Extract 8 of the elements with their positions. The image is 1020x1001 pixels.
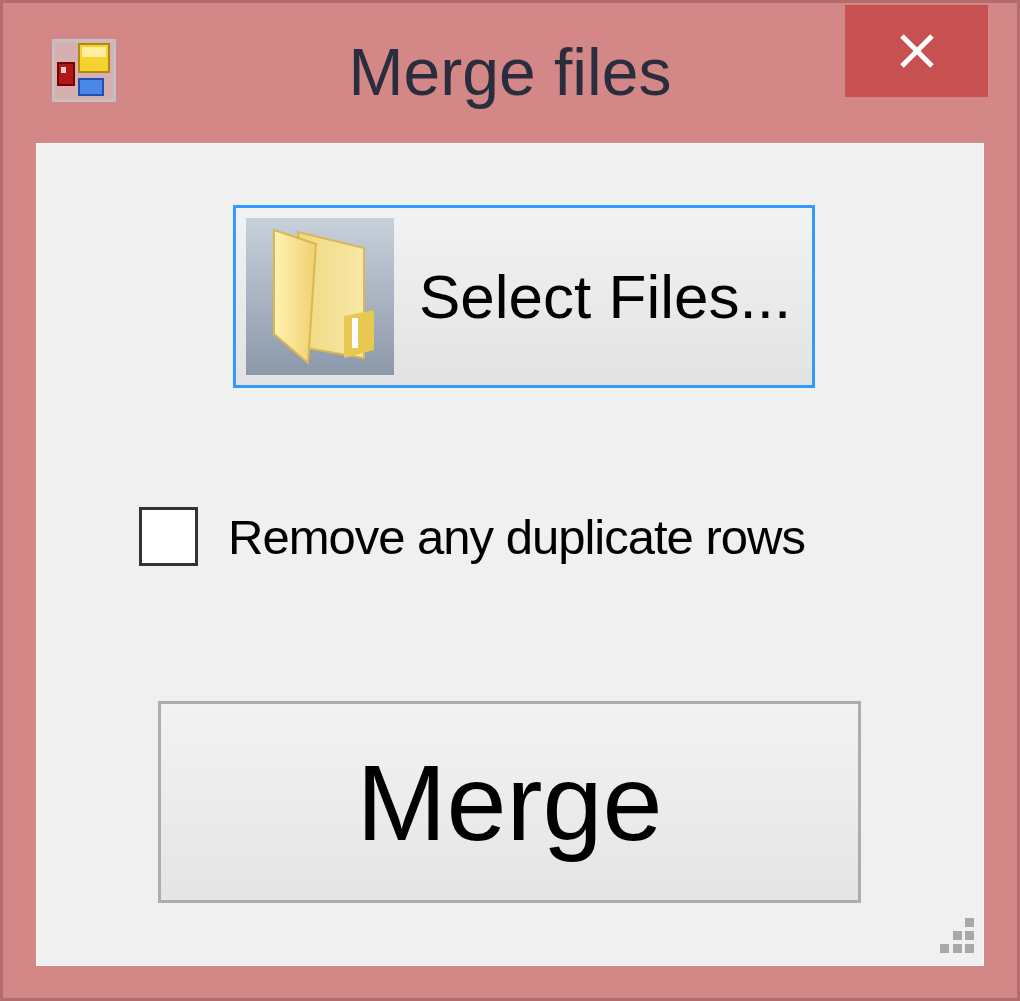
merge-button[interactable]: Merge — [158, 701, 861, 903]
app-icon — [52, 38, 116, 102]
checkbox[interactable] — [139, 507, 198, 566]
checkbox-label: Remove any duplicate rows — [228, 508, 805, 565]
select-files-button[interactable]: Select Files... — [233, 205, 815, 388]
close-button[interactable] — [845, 5, 988, 97]
folder-icon — [246, 218, 394, 375]
close-icon — [898, 33, 935, 69]
